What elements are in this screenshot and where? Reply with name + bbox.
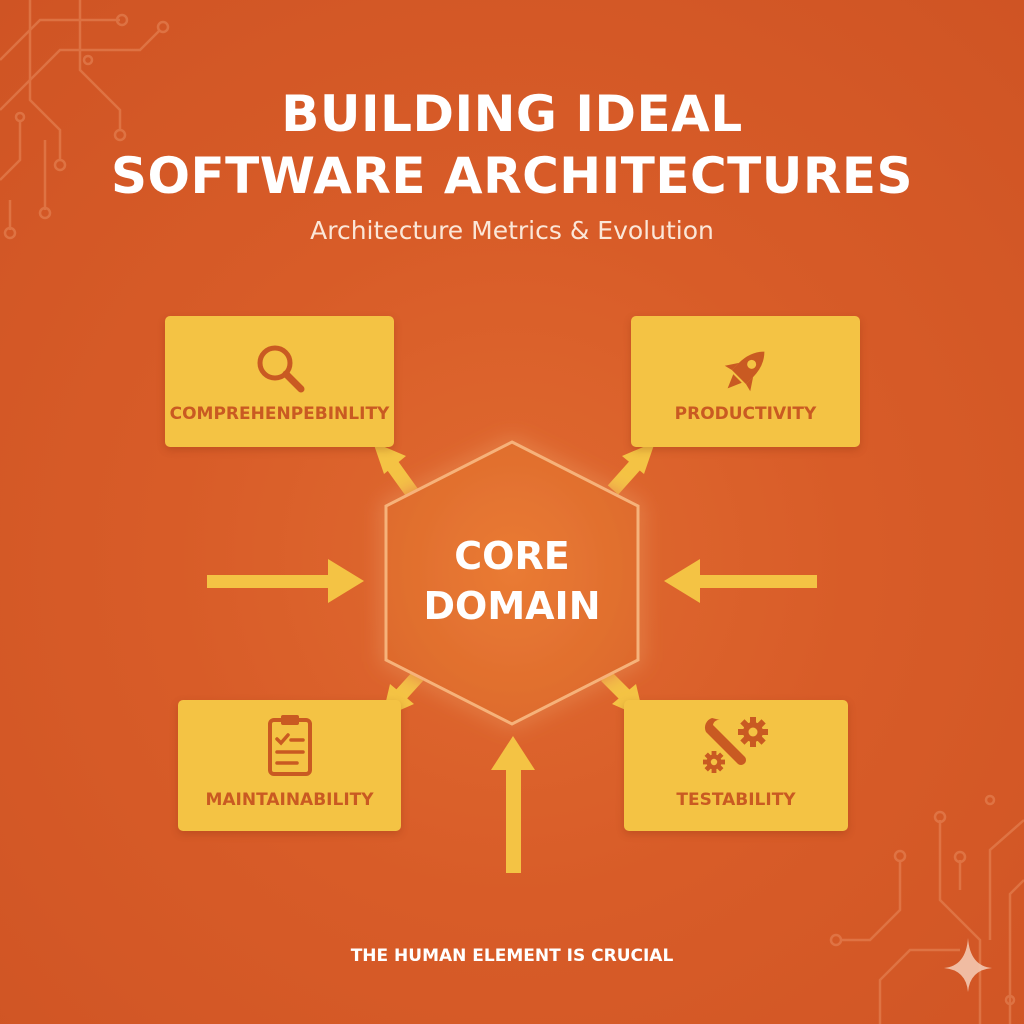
page-subtitle: Architecture Metrics & Evolution [310,216,714,245]
card-comprehensibility: COMPREHENPEBINLITY [165,316,394,447]
card-label: MAINTAINABILITY [205,790,374,810]
wrench-gears-icon [703,717,768,773]
card-label: COMPREHENPEBINLITY [169,404,390,424]
card-label: PRODUCTIVITY [674,404,817,424]
page-title-line-1: BUILDING IDEAL [281,85,743,143]
core-label-line-2: DOMAIN [423,584,601,628]
card-productivity: PRODUCTIVITY [631,316,860,447]
magnifier-icon [257,345,304,393]
card-label: TESTABILITY [676,790,796,810]
page-title-line-2: SOFTWARE ARCHITECTURES [110,147,914,205]
core-label-line-1: CORE [454,534,570,578]
card-testability: TESTABILITY [624,700,848,831]
footer-tagline: THE HUMAN ELEMENT IS CRUCIAL [350,946,674,966]
clipboard-checklist-icon [267,715,312,776]
circuit-traces-bottom-right [829,794,1024,1024]
card-maintainability: MAINTAINABILITY [178,700,401,831]
rocket-icon [724,351,764,392]
